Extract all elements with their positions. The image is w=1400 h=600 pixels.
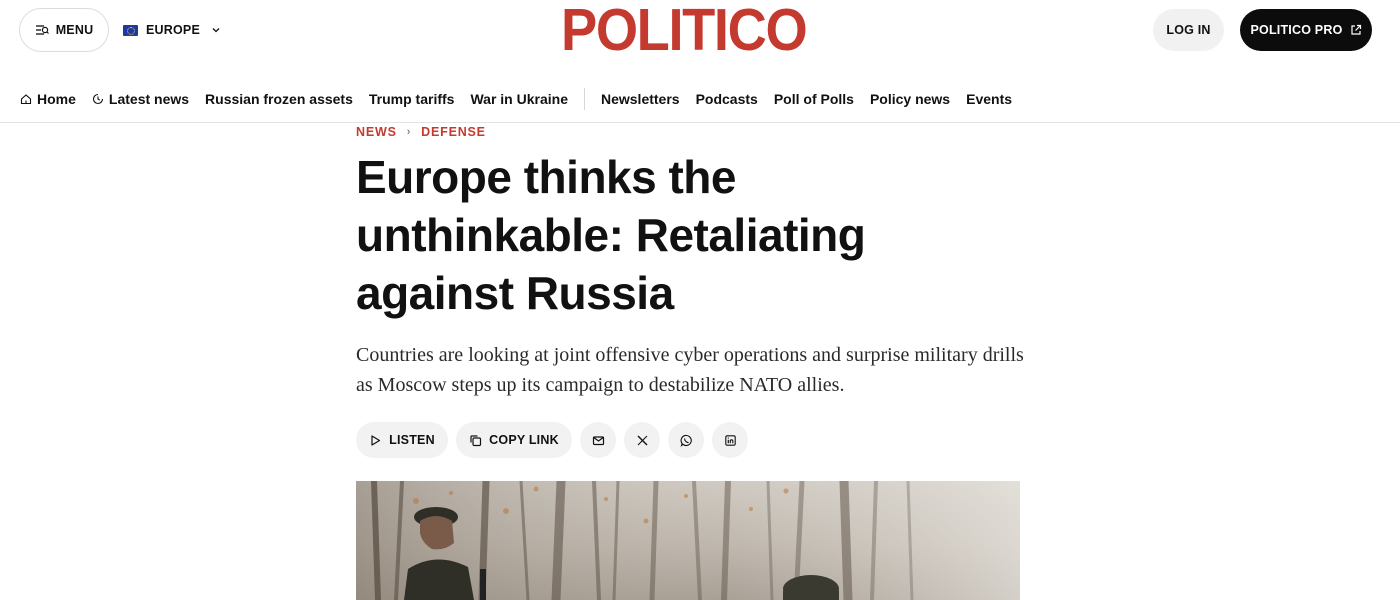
header-divider (0, 122, 1400, 123)
menu-label: MENU (55, 23, 94, 37)
hero-image[interactable] (356, 481, 1020, 600)
article-dek: Countries are looking at joint offensive… (356, 344, 1024, 396)
linkedin-icon (724, 434, 736, 446)
clock-icon (92, 93, 103, 105)
nav-divider (583, 88, 585, 110)
play-icon (371, 434, 381, 446)
site-header: MENU EUROPE POLITICO LOG IN POLITICO PRO (0, 0, 1400, 60)
whatsapp-icon (679, 434, 692, 447)
menu-icon (35, 25, 49, 35)
login-button[interactable]: LOG IN (1153, 9, 1224, 51)
nav-item-label: Home (37, 91, 76, 107)
edition-selector[interactable]: EUROPE (123, 19, 221, 41)
home-icon (20, 94, 32, 105)
copy-icon (470, 434, 482, 446)
nav-item-podcasts[interactable]: Podcasts (696, 79, 758, 119)
nav-item-policy-news[interactable]: Policy news (870, 79, 950, 119)
share-x-button[interactable] (624, 422, 660, 458)
share-whatsapp-button[interactable] (668, 422, 704, 458)
menu-button[interactable]: MENU (19, 8, 109, 52)
nav-item-poll-of-polls[interactable]: Poll of Polls (774, 79, 854, 119)
x-icon (637, 435, 647, 445)
forest-soldiers-photo (356, 481, 1020, 600)
share-email-button[interactable] (580, 422, 616, 458)
breadcrumb: NEWS › DEFENSE (356, 125, 486, 139)
nav-item-war-in-ukraine[interactable]: War in Ukraine (470, 79, 568, 119)
breadcrumb-defense[interactable]: DEFENSE (421, 125, 486, 139)
breadcrumb-news[interactable]: NEWS (356, 125, 397, 139)
main-nav: Home Latest news Russian frozen assets T… (0, 78, 1400, 120)
article-headline: Europe thinks the unthinkable: Retaliati… (356, 151, 866, 319)
article-toolbar: LISTEN COPY LINK (356, 422, 748, 458)
copy-link-label: COPY LINK (489, 433, 559, 447)
copy-link-button[interactable]: COPY LINK (456, 422, 572, 458)
eu-flag-icon (123, 24, 138, 36)
external-link-icon (1350, 24, 1361, 35)
chevron-down-icon (212, 28, 220, 33)
nav-item-latest-news[interactable]: Latest news (92, 79, 189, 119)
nav-item-russian-frozen-assets[interactable]: Russian frozen assets (205, 79, 353, 119)
politico-pro-label: POLITICO PRO (1250, 23, 1343, 37)
nav-item-newsletters[interactable]: Newsletters (601, 79, 680, 119)
edition-label: EUROPE (146, 23, 200, 37)
politico-logo[interactable]: POLITICO (561, 0, 808, 60)
nav-item-trump-tariffs[interactable]: Trump tariffs (369, 79, 455, 119)
nav-item-label: Latest news (108, 91, 190, 107)
listen-button[interactable]: LISTEN (356, 422, 448, 458)
nav-item-home[interactable]: Home (20, 79, 76, 119)
chevron-right-icon: › (406, 126, 412, 138)
mail-icon (592, 435, 604, 445)
nav-item-events[interactable]: Events (966, 79, 1012, 119)
share-linkedin-button[interactable] (712, 422, 748, 458)
politico-pro-button[interactable]: POLITICO PRO (1240, 9, 1372, 51)
listen-label: LISTEN (389, 433, 435, 447)
